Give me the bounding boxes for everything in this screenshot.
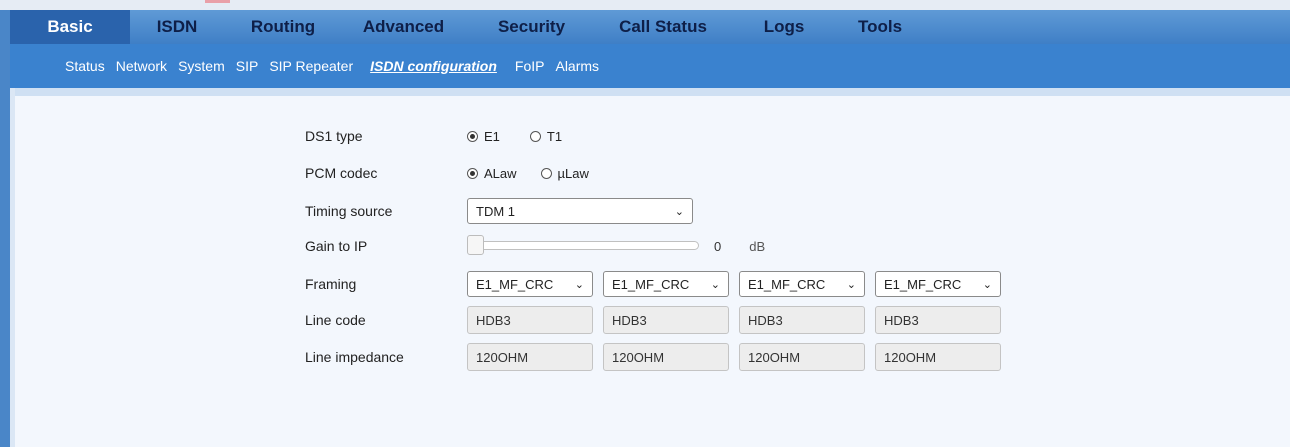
line-impedance-field-3: 120OHM — [739, 343, 865, 371]
subnav-system[interactable]: System — [178, 58, 225, 74]
radio-checked-icon — [467, 130, 478, 142]
line-code-field-4: HDB3 — [875, 306, 1001, 334]
line-impedance-field-2: 120OHM — [603, 343, 729, 371]
pcm-codec-alaw-label: ALaw — [484, 165, 517, 181]
tab-tools[interactable]: Tools — [840, 10, 920, 44]
tab-routing[interactable]: Routing — [224, 10, 342, 44]
line-code-row: Line code HDB3 HDB3 HDB3 HDB3 — [305, 305, 1011, 335]
framing-value: E1_MF_CRC — [612, 276, 690, 292]
line-impedance-field-1: 120OHM — [467, 343, 593, 371]
framing-select-2[interactable]: E1_MF_CRC ⌄ — [603, 271, 729, 297]
ds1-type-e1-label: E1 — [484, 128, 500, 144]
tab-logs[interactable]: Logs — [728, 10, 840, 44]
ds1-type-row: DS1 type E1 T1 — [305, 121, 592, 151]
subnav-alarms[interactable]: Alarms — [555, 58, 599, 74]
timing-source-select[interactable]: TDM 1 ⌄ — [467, 198, 693, 224]
line-code-field-2: HDB3 — [603, 306, 729, 334]
framing-select-1[interactable]: E1_MF_CRC ⌄ — [467, 271, 593, 297]
pcm-codec-ulaw-label: µLaw — [557, 165, 589, 181]
ds1-type-radios: E1 T1 — [467, 129, 592, 144]
subnav-isdn-configuration[interactable]: ISDN configuration — [370, 58, 497, 74]
pcm-codec-ulaw-radio[interactable]: µLaw — [540, 165, 589, 181]
top-accent — [205, 0, 230, 3]
line-impedance-row: Line impedance 120OHM 120OHM 120OHM 120O… — [305, 342, 1011, 372]
subnav-sip-repeater[interactable]: SIP Repeater — [269, 58, 353, 74]
gain-to-ip-row: Gain to IP 0 dB — [305, 231, 765, 261]
chevron-down-icon: ⌄ — [674, 205, 684, 218]
gain-to-ip-label: Gain to IP — [305, 238, 368, 254]
tab-advanced[interactable]: Advanced — [342, 10, 465, 44]
ds1-type-e1-radio[interactable]: E1 — [467, 129, 500, 144]
sub-nav: Status Network System SIP SIP Repeater I… — [10, 44, 1290, 88]
subnav-sip[interactable]: SIP — [236, 58, 259, 74]
subnav-status[interactable]: Status — [65, 58, 105, 74]
pcm-codec-label: PCM codec — [305, 165, 378, 181]
main-nav: Basic ISDN Routing Advanced Security Cal… — [10, 10, 1290, 44]
tab-security[interactable]: Security — [465, 10, 598, 44]
framing-select-3[interactable]: E1_MF_CRC ⌄ — [739, 271, 865, 297]
gain-to-ip-slider[interactable] — [467, 233, 699, 259]
chevron-down-icon: ⌄ — [710, 278, 720, 291]
chevron-down-icon: ⌄ — [846, 278, 856, 291]
ds1-type-label: DS1 type — [305, 128, 363, 144]
tab-isdn[interactable]: ISDN — [130, 10, 224, 44]
line-code-label: Line code — [305, 312, 366, 328]
timing-source-value: TDM 1 — [476, 203, 515, 219]
gain-to-ip-value: 0 — [714, 238, 722, 254]
subnav-underline — [10, 88, 1290, 96]
pcm-codec-row: PCM codec ALaw µLaw — [305, 158, 619, 188]
radio-checked-icon — [467, 167, 478, 179]
framing-row: Framing E1_MF_CRC ⌄ E1_MF_CRC ⌄ E1_MF_CRC ⌄… — [305, 269, 1011, 299]
chevron-down-icon: ⌄ — [574, 278, 584, 291]
radio-unchecked-icon — [529, 130, 541, 142]
gain-to-ip-unit: dB — [749, 238, 766, 254]
line-impedance-field-4: 120OHM — [875, 343, 1001, 371]
pcm-codec-alaw-radio[interactable]: ALaw — [467, 166, 517, 181]
line-impedance-label: Line impedance — [305, 349, 404, 365]
left-frame-bar — [0, 10, 10, 447]
framing-value: E1_MF_CRC — [884, 276, 962, 292]
subnav-foip[interactable]: FoIP — [515, 58, 545, 74]
line-code-field-3: HDB3 — [739, 306, 865, 334]
framing-select-4[interactable]: E1_MF_CRC ⌄ — [875, 271, 1001, 297]
ds1-type-t1-radio[interactable]: T1 — [529, 128, 563, 144]
slider-track — [467, 241, 699, 250]
slider-thumb[interactable] — [467, 235, 484, 255]
subnav-network[interactable]: Network — [116, 58, 167, 74]
framing-label: Framing — [305, 276, 357, 292]
tab-basic[interactable]: Basic — [10, 10, 130, 44]
timing-source-row: Timing source TDM 1 ⌄ — [305, 196, 693, 226]
tab-call-status[interactable]: Call Status — [598, 10, 728, 44]
chevron-down-icon: ⌄ — [982, 278, 992, 291]
ds1-type-t1-label: T1 — [546, 128, 563, 144]
content-panel: DS1 type E1 T1 PCM codec ALaw µLaw Timin… — [15, 96, 1290, 447]
top-strip — [0, 0, 1290, 10]
radio-unchecked-icon — [540, 167, 552, 179]
line-code-field-1: HDB3 — [467, 306, 593, 334]
pcm-codec-radios: ALaw µLaw — [467, 166, 619, 181]
framing-value: E1_MF_CRC — [748, 276, 826, 292]
framing-value: E1_MF_CRC — [476, 276, 554, 292]
timing-source-label: Timing source — [305, 203, 393, 219]
